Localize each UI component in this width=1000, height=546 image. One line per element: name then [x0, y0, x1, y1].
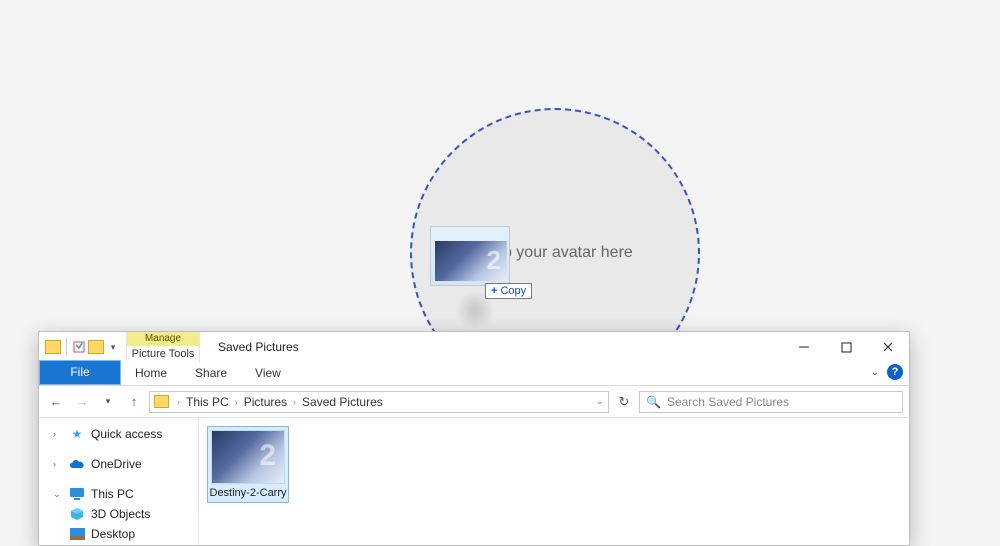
address-dropdown-icon[interactable]: ⌄	[596, 396, 604, 407]
collapse-icon[interactable]: ⌄	[53, 489, 63, 500]
window-title: Saved Pictures	[200, 332, 783, 362]
qat-divider	[66, 338, 67, 356]
titlebar: ▾ Manage Picture Tools Saved Pictures	[39, 332, 909, 362]
breadcrumb-leaf[interactable]: Saved Pictures	[302, 395, 383, 409]
plus-icon: +	[491, 285, 497, 297]
close-button[interactable]	[867, 332, 909, 362]
chevron-right-icon: ›	[291, 397, 298, 407]
sidebar-item-desktop[interactable]: Desktop	[39, 524, 198, 544]
sidebar-item-3d-objects[interactable]: 3D Objects	[39, 504, 198, 524]
tab-picture-tools[interactable]: Picture Tools	[127, 346, 199, 362]
sidebar-label: 3D Objects	[91, 507, 150, 521]
qat-dropdown-icon[interactable]: ▾	[106, 340, 120, 354]
nav-forward-button[interactable]: →	[71, 391, 93, 413]
maximize-button[interactable]	[825, 332, 867, 362]
nav-back-button[interactable]: ←	[45, 391, 67, 413]
tab-file[interactable]: File	[39, 360, 121, 385]
file-thumbnail	[211, 430, 285, 484]
drag-copy-label: Copy	[500, 285, 526, 297]
sidebar-label: OneDrive	[91, 457, 142, 471]
chevron-right-icon: ›	[233, 397, 240, 407]
sidebar-label: Desktop	[91, 527, 135, 541]
contextual-tab-group: Manage Picture Tools	[126, 332, 200, 362]
expand-icon[interactable]: ›	[53, 459, 63, 469]
content-pane[interactable]: Destiny-2-Carry	[199, 418, 909, 545]
tab-home[interactable]: Home	[121, 362, 181, 385]
breadcrumb-mid[interactable]: Pictures	[244, 395, 287, 409]
navigation-pane: › ★ Quick access › OneDrive ⌄ This PC	[39, 418, 199, 545]
file-explorer-window: ▾ Manage Picture Tools Saved Pictures Fi…	[38, 331, 910, 546]
search-icon: 🔍	[646, 395, 661, 409]
chevron-right-icon: ›	[175, 397, 182, 407]
folder-icon	[45, 340, 61, 354]
sidebar-item-quick-access[interactable]: › ★ Quick access	[39, 424, 198, 444]
sidebar-label: This PC	[91, 487, 134, 501]
star-icon: ★	[69, 427, 85, 441]
search-box[interactable]: 🔍 Search Saved Pictures	[639, 391, 903, 413]
dragged-thumbnail	[430, 226, 510, 286]
ribbon-expand-icon[interactable]: ⌄	[871, 367, 879, 378]
properties-icon[interactable]	[72, 340, 86, 354]
file-item[interactable]: Destiny-2-Carry	[207, 426, 289, 503]
navigation-bar: ← → ▾ ↑ › This PC › Pictures › Saved Pic…	[39, 386, 909, 418]
cloud-icon	[69, 457, 85, 471]
dragged-thumbnail-image	[435, 241, 507, 281]
tab-view[interactable]: View	[241, 362, 295, 385]
address-bar[interactable]: › This PC › Pictures › Saved Pictures ⌄	[149, 391, 609, 413]
breadcrumb-root[interactable]: This PC	[186, 395, 229, 409]
sidebar-item-this-pc[interactable]: ⌄ This PC	[39, 484, 198, 504]
address-folder-icon	[154, 395, 169, 408]
refresh-button[interactable]: ↻	[613, 394, 635, 410]
expand-icon[interactable]: ›	[53, 429, 63, 439]
new-folder-icon[interactable]	[88, 340, 104, 354]
explorer-body: › ★ Quick access › OneDrive ⌄ This PC	[39, 418, 909, 545]
monitor-icon	[69, 487, 85, 501]
cube-icon	[69, 507, 85, 521]
help-icon[interactable]: ?	[887, 364, 903, 380]
sidebar-label: Quick access	[91, 427, 162, 441]
contextual-tab-manage[interactable]: Manage	[127, 332, 199, 346]
nav-recent-dropdown[interactable]: ▾	[97, 391, 119, 413]
quick-access-toolbar: ▾	[39, 332, 126, 362]
window-controls	[783, 332, 909, 362]
nav-up-button[interactable]: ↑	[123, 391, 145, 413]
drag-copy-badge: + Copy	[485, 283, 532, 299]
search-placeholder: Search Saved Pictures	[667, 395, 789, 409]
minimize-button[interactable]	[783, 332, 825, 362]
sidebar-item-documents[interactable]: Documents	[39, 544, 198, 545]
sidebar-item-onedrive[interactable]: › OneDrive	[39, 454, 198, 474]
desktop-icon	[69, 527, 85, 541]
tab-share[interactable]: Share	[181, 362, 241, 385]
file-name: Destiny-2-Carry	[210, 487, 287, 499]
ribbon-tabs: File Home Share View ⌄ ?	[39, 362, 909, 386]
